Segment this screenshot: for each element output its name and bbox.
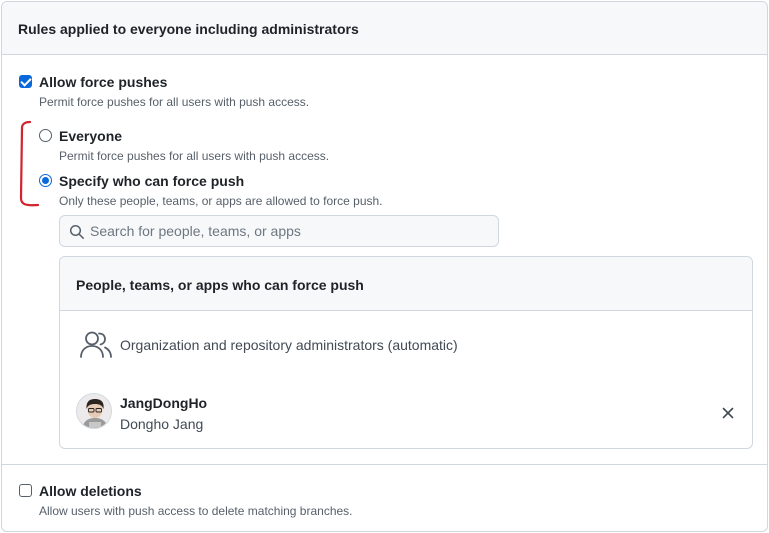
x-icon	[722, 407, 734, 419]
allow-force-pushes-checkbox[interactable]	[19, 75, 32, 88]
radio-everyone[interactable]	[39, 129, 52, 142]
allowed-list-box: People, teams, or apps who can force pus…	[59, 256, 753, 449]
allow-deletions-label[interactable]: Allow deletions	[39, 483, 142, 499]
section-header: Rules applied to everyone including admi…	[2, 2, 767, 55]
allow-deletions-description: Allow users with push access to delete m…	[39, 504, 353, 518]
allowed-list-header: People, teams, or apps who can force pus…	[60, 257, 752, 311]
remove-user-button[interactable]	[719, 404, 737, 422]
radio-specify[interactable]	[39, 174, 52, 187]
allow-force-pushes-description: Permit force pushes for all users with p…	[39, 95, 310, 109]
section-title: Rules applied to everyone including admi…	[18, 21, 359, 37]
user-login: JangDongHo	[120, 395, 208, 411]
avatar	[76, 393, 112, 429]
admin-entry-text: Organization and repository administrato…	[120, 337, 458, 353]
section-divider	[2, 464, 767, 465]
search-icon	[69, 224, 84, 239]
search-box[interactable]	[59, 215, 499, 247]
radio-specify-label[interactable]: Specify who can force push	[59, 173, 244, 189]
allowed-list-title: People, teams, or apps who can force pus…	[76, 277, 364, 293]
search-input[interactable]	[90, 218, 490, 244]
allow-deletions-checkbox[interactable]	[19, 484, 32, 497]
people-icon	[80, 331, 112, 358]
radio-specify-description: Only these people, teams, or apps are al…	[59, 194, 383, 208]
user-full-name: Dongho Jang	[120, 416, 204, 432]
allow-force-pushes-label[interactable]: Allow force pushes	[39, 74, 167, 90]
branch-protection-panel: Rules applied to everyone including admi…	[1, 1, 768, 532]
radio-everyone-label[interactable]: Everyone	[59, 128, 122, 144]
avatar-image	[77, 394, 111, 428]
radio-everyone-description: Permit force pushes for all users with p…	[59, 149, 330, 163]
